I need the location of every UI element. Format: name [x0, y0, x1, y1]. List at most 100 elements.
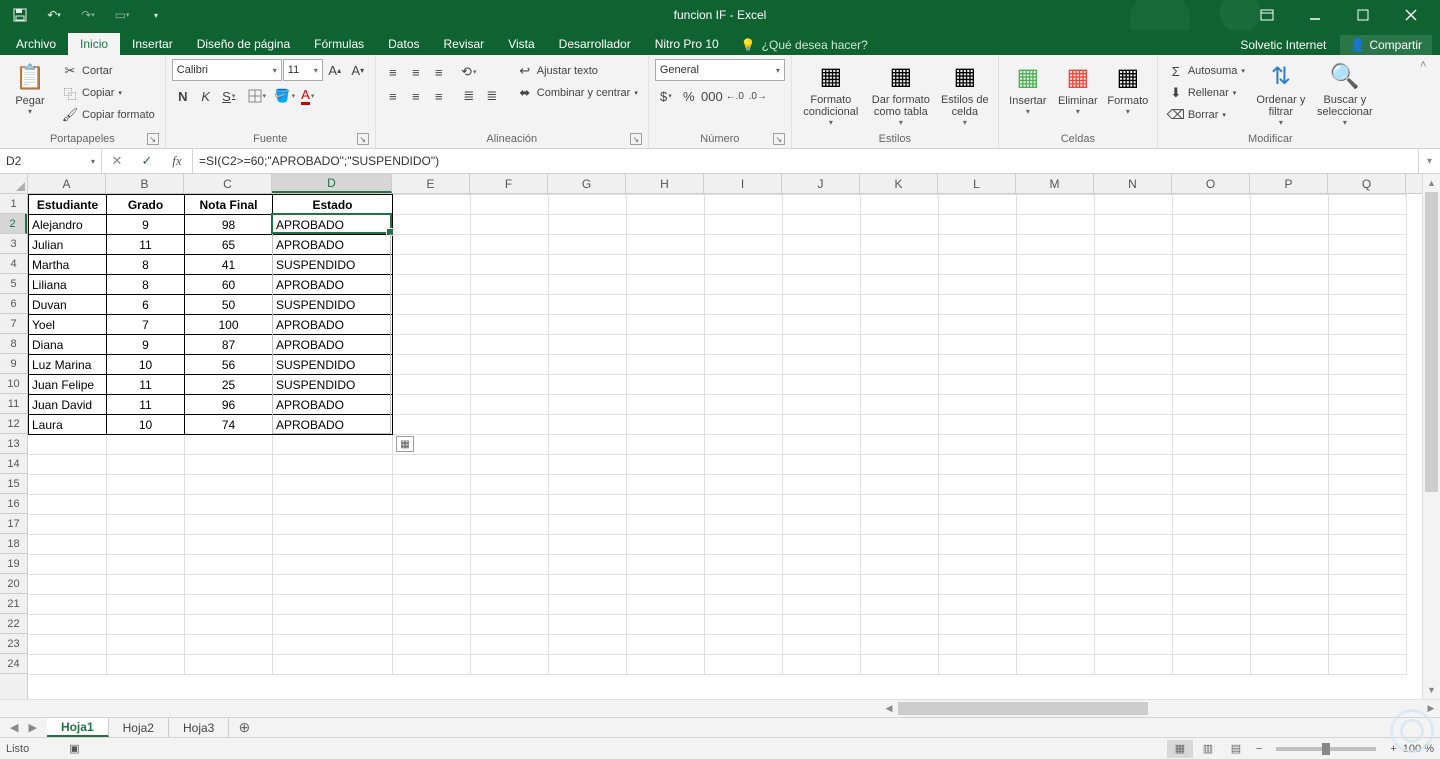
- row-header[interactable]: 22: [0, 614, 27, 634]
- align-left-button[interactable]: ≡: [382, 85, 404, 107]
- column-header[interactable]: M: [1016, 174, 1094, 193]
- align-bottom-button[interactable]: ≡: [428, 61, 450, 83]
- row-header[interactable]: 15: [0, 474, 27, 494]
- row-header[interactable]: 4: [0, 254, 27, 274]
- merge-center-button[interactable]: ⬌Combinar y centrar ▾: [513, 83, 642, 103]
- column-header[interactable]: E: [392, 174, 470, 193]
- column-header[interactable]: B: [106, 174, 184, 193]
- expand-formula-bar-button[interactable]: ▾: [1418, 149, 1440, 173]
- alignment-dialog-launcher[interactable]: ↘: [630, 133, 642, 145]
- row-header[interactable]: 2: [0, 214, 27, 234]
- percent-format-button[interactable]: %: [678, 85, 700, 107]
- formula-input[interactable]: =SI(C2>=60;"APROBADO";"SUSPENDIDO"): [193, 149, 1418, 173]
- tab-fórmulas[interactable]: Fórmulas: [302, 33, 376, 55]
- fill-button[interactable]: ⬇Rellenar ▾: [1164, 83, 1249, 103]
- column-header[interactable]: A: [28, 174, 106, 193]
- new-sheet-button[interactable]: ⊕: [229, 718, 259, 737]
- insert-cells-button[interactable]: ▦Insertar▾: [1005, 59, 1051, 127]
- row-header[interactable]: 20: [0, 574, 27, 594]
- vertical-scrollbar[interactable]: ▲▼: [1422, 174, 1440, 699]
- column-header[interactable]: G: [548, 174, 626, 193]
- row-header[interactable]: 14: [0, 454, 27, 474]
- comma-format-button[interactable]: 000: [701, 85, 723, 107]
- tab-nitro-pro-10[interactable]: Nitro Pro 10: [643, 33, 731, 55]
- row-header[interactable]: 21: [0, 594, 27, 614]
- name-box[interactable]: D2▾: [0, 149, 102, 173]
- increase-indent-button[interactable]: ≣: [481, 85, 503, 107]
- tab-vista[interactable]: Vista: [496, 33, 546, 55]
- row-header[interactable]: 16: [0, 494, 27, 514]
- row-header[interactable]: 1: [0, 194, 27, 214]
- ribbon-display-button[interactable]: [1252, 1, 1282, 29]
- sheet-tab[interactable]: Hoja1: [47, 718, 109, 737]
- row-header[interactable]: 12: [0, 414, 27, 434]
- tab-insertar[interactable]: Insertar: [120, 33, 185, 55]
- format-as-table-button[interactable]: ▦Dar formato como tabla▾: [868, 59, 934, 127]
- tab-inicio[interactable]: Inicio: [68, 33, 120, 55]
- row-header[interactable]: 6: [0, 294, 27, 314]
- tab-archivo[interactable]: Archivo: [4, 33, 68, 55]
- row-header[interactable]: 7: [0, 314, 27, 334]
- fill-color-button[interactable]: 🪣▾: [274, 85, 296, 107]
- zoom-slider[interactable]: [1276, 747, 1376, 751]
- redo-button[interactable]: ↷▾: [76, 3, 100, 27]
- cell-styles-button[interactable]: ▦Estilos de celda▾: [938, 59, 992, 127]
- row-header[interactable]: 11: [0, 394, 27, 414]
- row-header[interactable]: 3: [0, 234, 27, 254]
- sheet-tab-nav[interactable]: ◀▶: [0, 718, 47, 737]
- bold-button[interactable]: N: [172, 85, 194, 107]
- decrease-decimal-button[interactable]: .0→: [747, 85, 769, 107]
- sort-filter-button[interactable]: ⇅Ordenar y filtrar▾: [1253, 59, 1309, 127]
- column-header[interactable]: C: [184, 174, 272, 193]
- column-header[interactable]: J: [782, 174, 860, 193]
- maximize-button[interactable]: [1348, 1, 1378, 29]
- tab-diseño-de-página[interactable]: Diseño de página: [185, 33, 302, 55]
- row-header[interactable]: 8: [0, 334, 27, 354]
- row-header[interactable]: 24: [0, 654, 27, 674]
- tab-datos[interactable]: Datos: [376, 33, 431, 55]
- font-color-button[interactable]: A▾: [297, 85, 319, 107]
- qat-customize-button[interactable]: ▾: [144, 3, 168, 27]
- macro-record-button[interactable]: ▣: [69, 742, 79, 755]
- page-layout-view-button[interactable]: ▥: [1195, 740, 1221, 758]
- zoom-out-button[interactable]: −: [1256, 743, 1262, 755]
- account-name[interactable]: Solvetic Internet: [1230, 35, 1336, 55]
- font-name-combo[interactable]: Calibri▾: [172, 59, 282, 81]
- page-break-view-button[interactable]: ▤: [1223, 740, 1249, 758]
- zoom-in-button[interactable]: +: [1390, 743, 1396, 755]
- delete-cells-button[interactable]: ▦Eliminar▾: [1055, 59, 1101, 127]
- column-header[interactable]: H: [626, 174, 704, 193]
- clipboard-dialog-launcher[interactable]: ↘: [147, 133, 159, 145]
- find-select-button[interactable]: 🔍Buscar y seleccionar▾: [1313, 59, 1377, 127]
- normal-view-button[interactable]: ▦: [1167, 740, 1193, 758]
- sheet-tab[interactable]: Hoja3: [169, 718, 229, 737]
- row-header[interactable]: 13: [0, 434, 27, 454]
- cells-area[interactable]: EstudianteGradoNota FinalEstadoAlejandro…: [28, 194, 1422, 699]
- row-header[interactable]: 18: [0, 534, 27, 554]
- row-header[interactable]: 9: [0, 354, 27, 374]
- number-dialog-launcher[interactable]: ↘: [773, 133, 785, 145]
- sheet-tab[interactable]: Hoja2: [109, 718, 169, 737]
- save-button[interactable]: [8, 3, 32, 27]
- column-header[interactable]: F: [470, 174, 548, 193]
- horizontal-scrollbar[interactable]: ◀▶: [880, 700, 1440, 717]
- cut-button[interactable]: ✂Cortar: [58, 61, 159, 81]
- number-format-combo[interactable]: General▾: [655, 59, 785, 81]
- conditional-formatting-button[interactable]: ▦Formato condicional▾: [798, 59, 864, 127]
- zoom-level[interactable]: 100 %: [1403, 743, 1434, 755]
- column-header[interactable]: L: [938, 174, 1016, 193]
- insert-function-button[interactable]: fx: [162, 153, 192, 169]
- select-all-button[interactable]: [0, 174, 28, 194]
- touch-mode-button[interactable]: ▭▾: [110, 3, 134, 27]
- row-header[interactable]: 10: [0, 374, 27, 394]
- minimize-button[interactable]: [1300, 1, 1330, 29]
- enter-formula-button[interactable]: ✓: [132, 153, 162, 169]
- cancel-formula-button[interactable]: ✕: [102, 153, 132, 169]
- row-header[interactable]: 19: [0, 554, 27, 574]
- decrease-indent-button[interactable]: ≣: [458, 85, 480, 107]
- tab-desarrollador[interactable]: Desarrollador: [547, 33, 643, 55]
- align-center-button[interactable]: ≡: [405, 85, 427, 107]
- column-header[interactable]: O: [1172, 174, 1250, 193]
- font-size-combo[interactable]: 11▾: [283, 59, 323, 81]
- undo-button[interactable]: ↶▾: [42, 3, 66, 27]
